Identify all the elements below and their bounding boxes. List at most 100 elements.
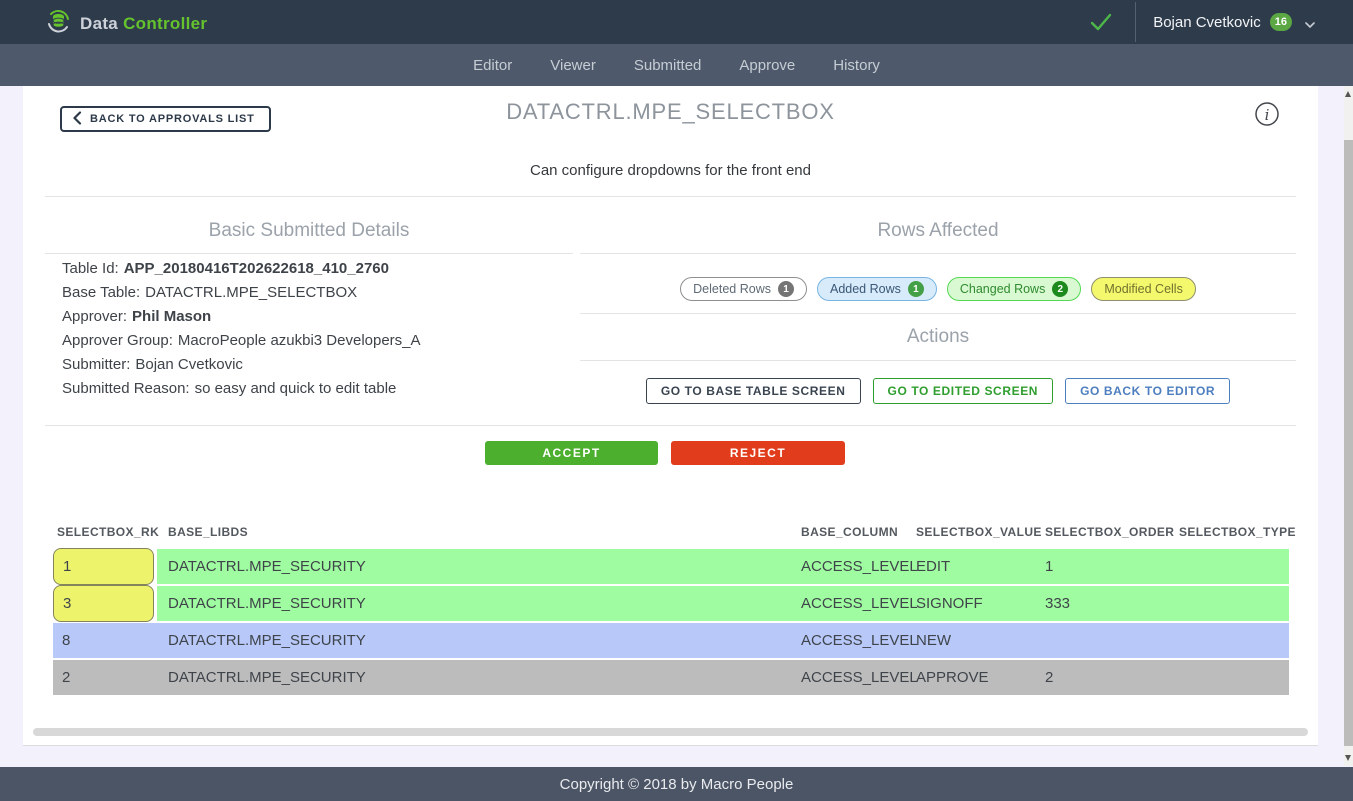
user-name: Bojan Cvetkovic — [1153, 14, 1261, 31]
table-row[interactable]: 3 DATACTRL.MPE_SECURITY ACCESS_LEVEL SIG… — [53, 586, 1289, 621]
detail-label: Base Table: — [62, 284, 140, 301]
detail-submitter: Submitter: Bojan Cvetkovic — [62, 353, 562, 377]
detail-value: so easy and quick to edit table — [195, 380, 397, 397]
badge-label: Added Rows — [830, 282, 901, 296]
cell-selectbox-order: 1 — [1045, 549, 1053, 584]
added-rows-badge: Added Rows 1 — [817, 277, 937, 301]
badge-label: Modified Cells — [1104, 282, 1183, 296]
badge-label: Changed Rows — [960, 282, 1045, 296]
cell-selectbox-rk: 2 — [62, 660, 70, 695]
detail-label: Approver: — [62, 308, 127, 325]
column-header-base-column[interactable]: BASE_COLUMN — [801, 525, 898, 539]
cell-selectbox-value: SIGNOFF — [916, 586, 983, 621]
divider — [45, 425, 1296, 426]
reject-button[interactable]: REJECT — [671, 441, 845, 465]
detail-value: Bojan Cvetkovic — [135, 356, 243, 373]
cell-base-libds: DATACTRL.MPE_SECURITY — [168, 549, 366, 584]
database-logo-icon — [45, 8, 72, 40]
cell-base-libds: DATACTRL.MPE_SECURITY — [168, 586, 366, 621]
rows-affected-badges: Deleted Rows 1 Added Rows 1 Changed Rows… — [580, 277, 1296, 301]
chevron-down-icon — [1305, 17, 1315, 27]
tab-editor[interactable]: Editor — [473, 57, 512, 74]
user-menu[interactable]: Bojan Cvetkovic 16 — [1153, 0, 1315, 44]
logo-text-secondary: Controller — [123, 14, 207, 33]
main-nav: Editor Viewer Submitted Approve History — [0, 44, 1353, 86]
status-check-icon — [1088, 9, 1114, 35]
detail-label: Submitted Reason: — [62, 380, 190, 397]
cell-selectbox-value: EDIT — [916, 549, 950, 584]
detail-value: Phil Mason — [132, 308, 211, 325]
detail-value: MacroPeople azukbi3 Developers_A — [178, 332, 421, 349]
app-logo[interactable]: DataController — [45, 8, 207, 40]
detail-base-table: Base Table: DATACTRL.MPE_SELECTBOX — [62, 281, 562, 305]
divider — [580, 360, 1296, 361]
modified-cells-badge: Modified Cells — [1091, 277, 1196, 301]
detail-label: Approver Group: — [62, 332, 173, 349]
deleted-rows-badge: Deleted Rows 1 — [680, 277, 807, 301]
copyright-text: Copyright © 2018 by Macro People — [560, 776, 794, 793]
accept-button[interactable]: ACCEPT — [485, 441, 658, 465]
column-header-selectbox-rk[interactable]: SELECTBOX_RK — [57, 525, 159, 539]
tab-approve[interactable]: Approve — [739, 57, 795, 74]
cell-base-column: ACCESS_LEVEL — [801, 623, 918, 658]
tab-submitted[interactable]: Submitted — [634, 57, 702, 74]
detail-approver: Approver: Phil Mason — [62, 305, 562, 329]
column-header-selectbox-type[interactable]: SELECTBOX_TYPE — [1179, 525, 1296, 539]
detail-approver-group: Approver Group: MacroPeople azukbi3 Devel… — [62, 329, 562, 353]
column-header-selectbox-value[interactable]: SELECTBOX_VALUE — [916, 525, 1042, 539]
scroll-down-arrow-icon[interactable] — [1345, 755, 1351, 761]
app-logo-text: DataController — [80, 14, 207, 34]
divider — [45, 196, 1296, 197]
detail-value: APP_20180416T202622618_410_2760 — [124, 260, 389, 277]
badge-count: 1 — [778, 281, 794, 297]
badge-label: Deleted Rows — [693, 282, 771, 296]
go-to-edited-screen-button[interactable]: GO TO EDITED SCREEN — [873, 378, 1054, 404]
table-row[interactable]: 2 DATACTRL.MPE_SECURITY ACCESS_LEVEL APP… — [53, 660, 1289, 695]
tab-viewer[interactable]: Viewer — [550, 57, 596, 74]
badge-count: 2 — [1052, 281, 1068, 297]
divider — [580, 253, 1296, 254]
rows-affected-heading: Rows Affected — [580, 220, 1296, 242]
detail-submitted-reason: Submitted Reason: so easy and quick to ed… — [62, 377, 562, 401]
modified-cell: 3 — [53, 585, 154, 622]
divider — [45, 253, 573, 254]
column-header-selectbox-order[interactable]: SELECTBOX_ORDER — [1045, 525, 1174, 539]
detail-table-id: Table Id: APP_20180416T202622618_410_2760 — [62, 257, 562, 281]
cell-selectbox-order: 2 — [1045, 660, 1053, 695]
content-card: BACK TO APPROVALS LIST DATACTRL.MPE_SELE… — [23, 86, 1318, 746]
app-root: DataController Bojan Cvetkovic 16 Editor… — [0, 0, 1353, 801]
cell-base-column: ACCESS_LEVEL — [801, 660, 918, 695]
user-badge-count: 16 — [1270, 13, 1292, 31]
actions-heading: Actions — [580, 326, 1296, 348]
changed-rows-badge: Changed Rows 2 — [947, 277, 1081, 301]
modified-cell: 1 — [53, 548, 154, 585]
horizontal-scrollbar[interactable] — [33, 728, 1308, 736]
table-row[interactable]: 8 DATACTRL.MPE_SECURITY ACCESS_LEVEL NEW — [53, 623, 1289, 658]
cell-base-libds: DATACTRL.MPE_SECURITY — [168, 623, 366, 658]
detail-value: DATACTRL.MPE_SELECTBOX — [145, 284, 357, 301]
table-header-row: SELECTBOX_RK BASE_LIBDS BASE_COLUMN SELE… — [23, 525, 1318, 541]
scroll-up-arrow-icon[interactable] — [1345, 91, 1351, 97]
vertical-scrollbar[interactable] — [1344, 86, 1353, 766]
info-icon[interactable]: i — [1254, 101, 1280, 127]
tab-history[interactable]: History — [833, 57, 880, 74]
divider — [580, 313, 1296, 314]
detail-label: Table Id: — [62, 260, 119, 277]
top-header-bar: DataController Bojan Cvetkovic 16 — [0, 0, 1353, 44]
cell-selectbox-value: NEW — [916, 623, 951, 658]
cell-selectbox-order: 333 — [1045, 586, 1070, 621]
header-divider — [1135, 2, 1136, 42]
column-header-base-libds[interactable]: BASE_LIBDS — [168, 525, 248, 539]
vertical-scrollbar-thumb[interactable] — [1344, 140, 1353, 746]
cell-selectbox-rk: 8 — [62, 623, 70, 658]
page-title: DATACTRL.MPE_SELECTBOX — [23, 99, 1318, 125]
cell-selectbox-value: APPROVE — [916, 660, 989, 695]
cell-base-column: ACCESS_LEVEL — [801, 549, 918, 584]
detail-label: Submitter: — [62, 356, 130, 373]
go-to-base-table-button[interactable]: GO TO BASE TABLE SCREEN — [646, 378, 861, 404]
cell-base-column: ACCESS_LEVEL — [801, 586, 918, 621]
table-description: Can configure dropdowns for the front en… — [23, 162, 1318, 179]
table-row[interactable]: 1 DATACTRL.MPE_SECURITY ACCESS_LEVEL EDI… — [53, 549, 1289, 584]
go-back-to-editor-button[interactable]: GO BACK TO EDITOR — [1065, 378, 1230, 404]
svg-text:i: i — [1265, 106, 1270, 124]
